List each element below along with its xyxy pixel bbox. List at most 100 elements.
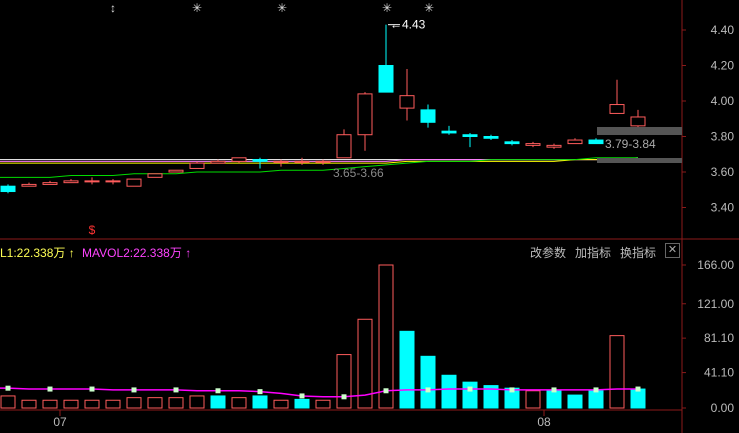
price-tick-label: 4.40	[711, 23, 735, 37]
volume-bar	[252, 395, 268, 409]
volume-bar	[462, 381, 478, 409]
volume-bar	[231, 397, 247, 409]
volume-bar	[567, 394, 583, 409]
volume-bar	[294, 398, 310, 409]
candle-body	[336, 134, 352, 159]
candle-body	[42, 182, 58, 185]
mavol-marker	[215, 388, 221, 394]
volume-tick-label: 0.00	[711, 401, 735, 415]
mavol-marker	[635, 386, 641, 392]
volume-bar	[273, 399, 289, 409]
candle-body	[525, 143, 541, 146]
dividend-marker-icon: $	[89, 223, 96, 237]
volume-tick-label: 41.10	[704, 366, 734, 380]
volume-bar	[588, 390, 604, 409]
candle-body	[84, 180, 100, 183]
price-tick-label: 3.40	[711, 201, 735, 215]
mavol-marker	[341, 394, 347, 400]
max-price-label: 4.43	[402, 18, 426, 32]
mavol-marker	[299, 393, 305, 399]
mavol-marker	[509, 387, 515, 393]
volume-tick-label: 81.10	[704, 331, 734, 345]
mavol2-arrow: ↑	[185, 246, 192, 260]
volume-bar	[378, 264, 394, 409]
volume-bar	[609, 335, 625, 409]
mavol-marker	[467, 386, 473, 392]
candle-body	[294, 160, 310, 163]
moving-average-lines	[0, 157, 639, 178]
event-marker-icon: ✳	[192, 1, 202, 15]
range-label-upper: 3.79-3.84	[605, 137, 656, 151]
candle-body	[630, 116, 646, 127]
candle-body	[147, 173, 163, 178]
price-tick-label: 4.00	[711, 94, 735, 108]
candle-body	[105, 180, 121, 183]
edit-params-button[interactable]: 改参数	[530, 244, 566, 261]
volume-bar	[126, 397, 142, 409]
candle-body	[63, 180, 79, 184]
candle-body	[504, 141, 520, 145]
candle-body	[378, 65, 394, 93]
volume-bar	[525, 390, 541, 409]
volume-bar	[336, 354, 352, 409]
mavol1-arrow: ↑	[68, 246, 75, 260]
volume-bar	[315, 399, 331, 409]
candle-body	[189, 162, 205, 169]
candle-body	[609, 104, 625, 114]
price-tick-label: 4.20	[711, 59, 735, 73]
candle-body	[210, 160, 226, 164]
range-band-lower	[597, 158, 682, 163]
event-marker-icon: ✳	[382, 1, 392, 15]
candle-body	[546, 144, 562, 148]
mavol-marker	[47, 386, 53, 392]
mavol-marker	[5, 385, 11, 391]
range-band-upper	[597, 127, 682, 135]
date-tick-label: 07	[53, 415, 67, 429]
volume-bar	[210, 395, 226, 409]
date-tick-label: 08	[537, 415, 551, 429]
volume-bar	[420, 355, 436, 409]
candlesticks	[0, 24, 646, 194]
candle-body	[420, 109, 436, 123]
volume-bar	[630, 388, 646, 409]
candle-body	[231, 157, 247, 162]
candle-body	[0, 185, 16, 193]
volume-tick-label: 121.00	[697, 297, 734, 311]
volume-bar	[168, 397, 184, 409]
volume-bar	[105, 399, 121, 409]
ma-line-4	[0, 157, 638, 178]
candle-body	[357, 93, 373, 136]
volume-bar	[84, 399, 100, 409]
candle-body	[315, 160, 331, 163]
candle-body	[126, 178, 142, 187]
event-marker-icon: ✳	[277, 1, 287, 15]
mavol-marker	[425, 387, 431, 393]
price-tick-label: 3.60	[711, 165, 735, 179]
stock-chart: 4.40 4.20 4.00 3.80 3.60 3.40 166.00 121.00 81.1…	[0, 0, 739, 433]
mavol-line	[0, 387, 638, 398]
candle-body	[252, 159, 268, 162]
volume-bar	[63, 399, 79, 409]
volume-bar	[147, 397, 163, 409]
volume-bar	[441, 374, 457, 409]
candle-body	[588, 139, 604, 145]
mavol2-value: MAVOL2:22.338万	[82, 246, 182, 260]
mavol-marker	[383, 388, 389, 394]
candle-body	[567, 139, 583, 145]
switch-indicator-button[interactable]: 换指标	[620, 244, 656, 261]
add-indicator-button[interactable]: 加指标	[575, 244, 611, 261]
mavol1-legend: L1:22.338万 ↑	[0, 244, 75, 261]
volume-bar	[546, 390, 562, 409]
mavol1-value: L1:22.338万	[0, 246, 66, 260]
volume-bar	[189, 395, 205, 409]
volume-bars	[0, 264, 646, 409]
volume-tick-label: 166.00	[697, 258, 734, 272]
mavol-marker	[89, 386, 95, 392]
close-indicator-button[interactable]: ✕	[665, 243, 680, 258]
volume-bar	[21, 399, 37, 409]
range-label-lower: 3.65-3.66	[333, 166, 384, 180]
event-marker-icon: ✳	[424, 1, 434, 15]
mavol2-legend: MAVOL2:22.338万 ↑	[82, 244, 191, 261]
mavol-marker	[131, 387, 137, 393]
candle-body	[399, 95, 415, 109]
